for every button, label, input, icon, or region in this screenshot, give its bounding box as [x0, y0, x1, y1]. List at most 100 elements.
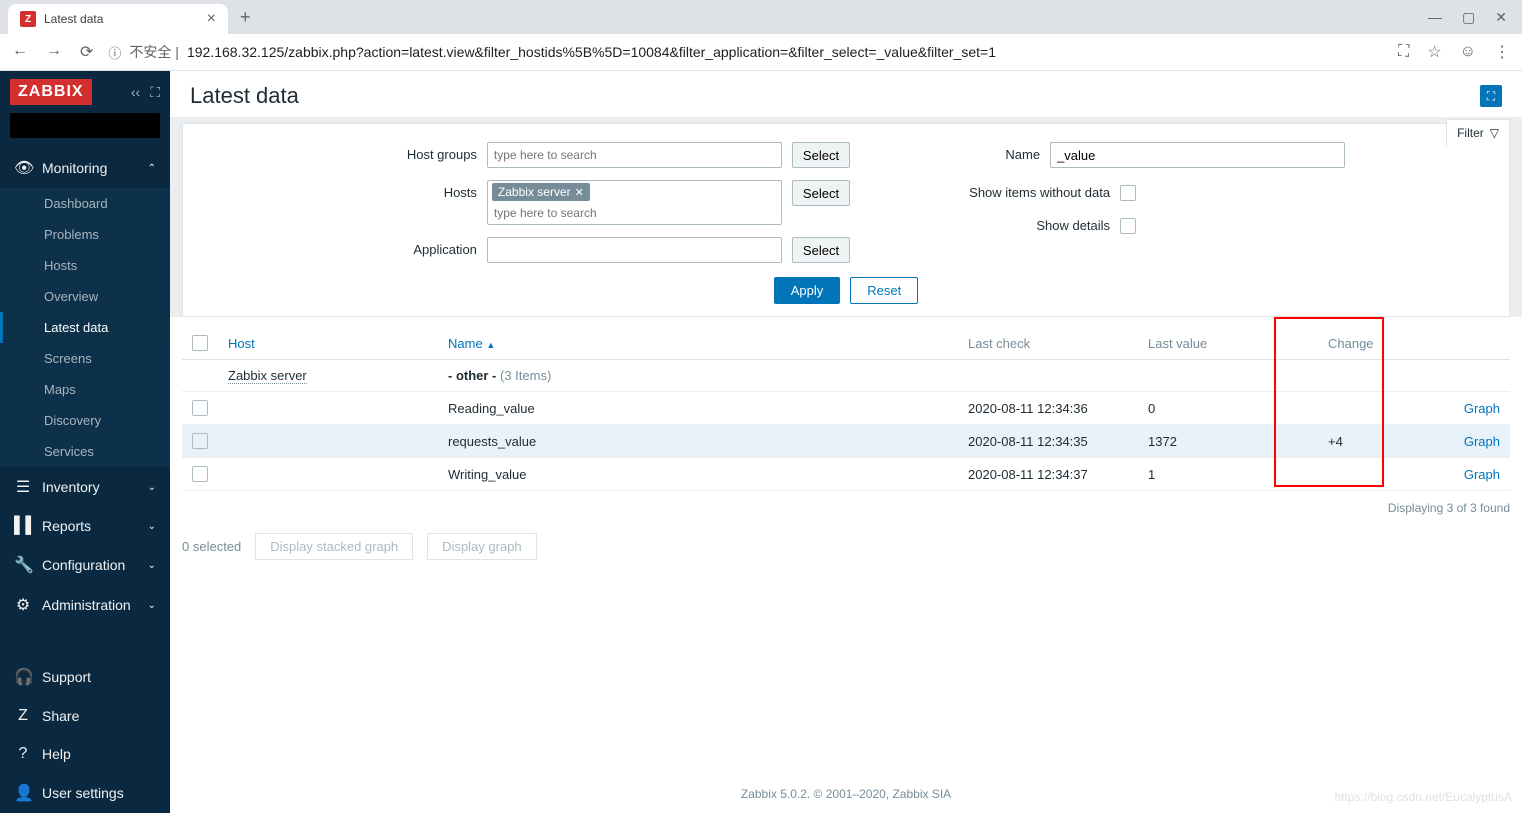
- show-details-checkbox[interactable]: [1120, 218, 1136, 234]
- eye-icon: 👁: [14, 158, 32, 178]
- expand-icon[interactable]: ⛶: [150, 84, 160, 101]
- host-link[interactable]: Zabbix server: [228, 368, 307, 384]
- sidebar-item-inventory[interactable]: ☰ Inventory ⌄: [0, 467, 170, 507]
- app: ZABBIX ‹‹ ⛶ ⌕ 👁 Monitoring ⌃ Dashboard P…: [0, 71, 1522, 813]
- sidebar-item-support[interactable]: 🎧 Support: [0, 657, 170, 697]
- last-value: 0: [1138, 392, 1318, 425]
- filter-toggle[interactable]: Filter ▽: [1446, 119, 1510, 146]
- filter-wrap: Filter ▽ Host groups Select Ho: [170, 117, 1522, 317]
- remove-tag-icon[interactable]: ✕: [575, 186, 584, 199]
- filter-application: Application Select: [347, 237, 850, 263]
- url-prefix: 不安全 |: [129, 42, 179, 62]
- last-value: 1: [1138, 458, 1318, 491]
- select-button[interactable]: Select: [792, 180, 850, 206]
- row-checkbox[interactable]: [192, 433, 208, 449]
- sidebar-item-help[interactable]: ? Help: [0, 735, 170, 773]
- profile-icon[interactable]: ☺: [1460, 43, 1476, 61]
- sidebar-item-discovery[interactable]: Discovery: [0, 405, 170, 436]
- header-name[interactable]: Name ▲: [438, 327, 958, 360]
- collapse-icon[interactable]: ‹‹: [131, 84, 140, 101]
- change: [1318, 392, 1448, 425]
- header-last-check: Last check: [958, 327, 1138, 360]
- reset-button[interactable]: Reset: [850, 277, 918, 304]
- item-name: requests_value: [438, 425, 958, 458]
- search-box[interactable]: ⌕: [10, 113, 160, 138]
- change: [1318, 458, 1448, 491]
- sidebar-item-problems[interactable]: Problems: [0, 219, 170, 250]
- sidebar-label: Configuration: [42, 557, 125, 573]
- fullscreen-button[interactable]: ⛶: [1480, 85, 1502, 107]
- header-last-value: Last value: [1138, 327, 1318, 360]
- sidebar-label: Administration: [42, 597, 131, 613]
- search-input[interactable]: [18, 118, 195, 133]
- browser-tab[interactable]: Z Latest data ×: [8, 4, 228, 34]
- host-groups-multiselect[interactable]: [487, 142, 782, 168]
- select-button[interactable]: Select: [792, 142, 850, 168]
- maximize-icon[interactable]: ▢: [1462, 9, 1475, 26]
- apply-button[interactable]: Apply: [774, 277, 841, 304]
- sidebar-item-monitoring[interactable]: 👁 Monitoring ⌃: [0, 148, 170, 188]
- page-title: Latest data: [190, 83, 299, 109]
- name-input[interactable]: [1050, 142, 1345, 168]
- show-without-data-checkbox[interactable]: [1120, 185, 1136, 201]
- sidebar-item-latest-data[interactable]: Latest data: [0, 312, 170, 343]
- search-row: ⌕: [0, 113, 170, 148]
- sidebar-label: User settings: [42, 785, 124, 801]
- close-window-icon[interactable]: ✕: [1495, 9, 1507, 26]
- sidebar-item-configuration[interactable]: 🔧 Configuration ⌄: [0, 545, 170, 585]
- header-change: Change: [1318, 327, 1448, 360]
- sidebar-item-overview[interactable]: Overview: [0, 281, 170, 312]
- sidebar-item-user-settings[interactable]: 👤 User settings: [0, 773, 170, 813]
- forward-icon[interactable]: →: [46, 42, 62, 62]
- wrench-icon: 🔧: [14, 555, 32, 575]
- table-row: Writing_value 2020-08-11 12:34:37 1 Grap…: [182, 458, 1510, 491]
- translate-icon[interactable]: ⛶: [1398, 43, 1409, 61]
- reload-icon[interactable]: ⟳: [80, 42, 93, 62]
- row-checkbox[interactable]: [192, 466, 208, 482]
- sidebar-item-share[interactable]: Z Share: [0, 697, 170, 735]
- zabbix-logo[interactable]: ZABBIX: [10, 79, 92, 105]
- graph-link[interactable]: Graph: [1464, 467, 1500, 482]
- logo-row: ZABBIX ‹‹ ⛶: [0, 71, 170, 113]
- host-tag-label: Zabbix server: [498, 185, 571, 199]
- sidebar-item-maps[interactable]: Maps: [0, 374, 170, 405]
- back-icon[interactable]: ←: [12, 42, 28, 62]
- star-icon[interactable]: ☆: [1427, 42, 1441, 62]
- row-checkbox[interactable]: [192, 400, 208, 416]
- close-icon[interactable]: ×: [207, 10, 216, 28]
- menu-icon[interactable]: ⋮: [1494, 42, 1510, 62]
- application-input[interactable]: [487, 237, 782, 263]
- selection-bar: 0 selected Display stacked graph Display…: [170, 525, 1522, 568]
- select-all-checkbox[interactable]: [192, 335, 208, 351]
- sidebar-item-services[interactable]: Services: [0, 436, 170, 467]
- minimize-icon[interactable]: —: [1428, 9, 1442, 26]
- tab-bar: Z Latest data × + — ▢ ✕: [0, 0, 1522, 34]
- display-graph-button[interactable]: Display graph: [427, 533, 537, 560]
- select-button[interactable]: Select: [792, 237, 850, 263]
- sidebar-item-screens[interactable]: Screens: [0, 343, 170, 374]
- help-icon: ?: [14, 745, 32, 763]
- new-tab-button[interactable]: +: [228, 7, 263, 28]
- host-groups-input[interactable]: [492, 146, 777, 164]
- host-tag[interactable]: Zabbix server ✕: [492, 183, 590, 201]
- graph-link[interactable]: Graph: [1464, 401, 1500, 416]
- table-footer: Displaying 3 of 3 found: [170, 491, 1522, 525]
- change: +4: [1318, 425, 1448, 458]
- graph-link[interactable]: Graph: [1464, 434, 1500, 449]
- filter-show-details: Show details: [910, 213, 1345, 234]
- hosts-multiselect[interactable]: Zabbix server ✕: [487, 180, 782, 225]
- sidebar-item-dashboard[interactable]: Dashboard: [0, 188, 170, 219]
- table-row: Reading_value 2020-08-11 12:34:36 0 Grap…: [182, 392, 1510, 425]
- sidebar-label: Inventory: [42, 479, 100, 495]
- filter-label: Show details: [910, 213, 1110, 233]
- sort-asc-icon: ▲: [486, 340, 495, 350]
- address-bar-icons: ⛶ ☆ ☺ ⋮: [1398, 42, 1510, 62]
- header-host[interactable]: Host: [218, 327, 438, 360]
- hosts-input[interactable]: [492, 204, 651, 222]
- url-box[interactable]: ⓘ 不安全 | 192.168.32.125/zabbix.php?action…: [108, 42, 1383, 62]
- sidebar-item-hosts[interactable]: Hosts: [0, 250, 170, 281]
- data-table: Host Name ▲ Last check Last value Change…: [182, 327, 1510, 491]
- display-stacked-graph-button[interactable]: Display stacked graph: [255, 533, 413, 560]
- sidebar-item-administration[interactable]: ⚙ Administration ⌄: [0, 585, 170, 625]
- sidebar-item-reports[interactable]: ▌▌ Reports ⌄: [0, 507, 170, 545]
